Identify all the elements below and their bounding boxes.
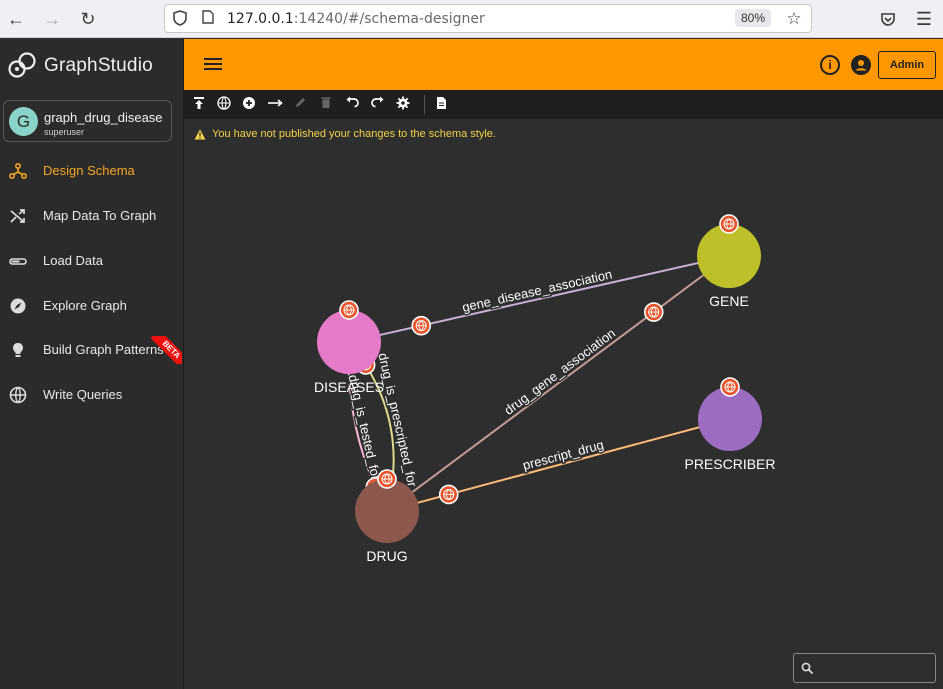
hamburger-menu-icon[interactable] <box>204 55 222 73</box>
edge-global-icon[interactable] <box>643 302 664 322</box>
graphstudio-logo[interactable]: GraphStudio <box>8 51 153 81</box>
graph-role: superuser <box>44 127 85 137</box>
logo-text: GraphStudio <box>44 55 153 76</box>
schema-toolbar <box>184 90 943 119</box>
search-icon <box>801 662 814 675</box>
vertex-prescriber[interactable]: PRESCRIBER <box>684 377 776 472</box>
url-text[interactable]: 127.0.0.1:14240/#/schema-designer <box>227 11 485 27</box>
reload-icon[interactable]: ↻ <box>76 7 100 31</box>
warning-text: You have not published your changes to t… <box>212 128 496 140</box>
search-input[interactable] <box>816 658 932 678</box>
browser-toolbar: ← → ↻ 127.0.0.1:14240/#/schema-designer … <box>0 0 943 38</box>
shuffle-icon <box>9 207 27 225</box>
edge-label: gene_disease_association <box>461 266 614 314</box>
vertex-global-icon[interactable] <box>339 300 359 320</box>
vertex-global-icon[interactable] <box>719 214 739 234</box>
settings-gear-icon[interactable] <box>395 96 411 112</box>
sidebar-item-label: Map Data To Graph <box>43 208 157 223</box>
beta-badge: BETA <box>148 336 182 364</box>
toolbar-divider <box>424 95 425 114</box>
page-icon <box>199 10 217 28</box>
shield-icon[interactable] <box>171 10 189 28</box>
compass-icon <box>9 297 27 315</box>
sidebar-item-map-data[interactable]: Map Data To Graph <box>0 198 184 234</box>
redo-icon[interactable] <box>370 96 386 112</box>
vertex-label: DRUG <box>366 548 407 564</box>
delete-icon[interactable] <box>318 96 334 112</box>
globe-icon <box>9 386 27 404</box>
vertex-global-icon[interactable] <box>377 469 397 489</box>
schema-icon <box>8 162 28 180</box>
graph-avatar: G <box>9 107 38 136</box>
vertex-label: GENE <box>709 293 749 309</box>
bookmark-star-icon[interactable]: ☆ <box>785 10 803 28</box>
back-icon[interactable]: ← <box>4 7 28 31</box>
sidebar-item-design-schema[interactable]: Design Schema <box>0 153 184 189</box>
unpublished-warning: You have not published your changes to t… <box>194 128 496 140</box>
load-icon <box>9 252 27 270</box>
graph-selector[interactable]: G graph_drug_disease superuser <box>3 100 172 142</box>
sidebar-item-label: Load Data <box>43 253 103 268</box>
publish-icon[interactable] <box>191 96 207 112</box>
sidebar-item-load-data[interactable]: Load Data <box>0 243 184 279</box>
search-box[interactable] <box>793 653 936 683</box>
edge-global-icon[interactable] <box>438 484 459 505</box>
app-menu-icon[interactable]: ☰ <box>912 7 936 31</box>
pocket-icon[interactable] <box>876 7 900 31</box>
info-icon[interactable]: i <box>820 55 840 75</box>
edge-prescript-drug[interactable]: prescript_drug <box>386 418 731 512</box>
logo-icon <box>8 52 36 78</box>
vertex-diseases[interactable]: DISEASES <box>314 300 384 395</box>
sidebar-item-label: Design Schema <box>43 163 135 178</box>
add-edge-icon[interactable] <box>267 96 283 112</box>
undo-icon[interactable] <box>344 96 360 112</box>
admin-button[interactable]: Admin <box>878 51 936 79</box>
edge-global-icon[interactable] <box>411 315 431 336</box>
lightbulb-icon <box>9 341 27 359</box>
app-header: i Admin <box>184 39 943 90</box>
url-bar[interactable]: 127.0.0.1:14240/#/schema-designer 80% ☆ <box>164 4 812 33</box>
forward-icon[interactable]: → <box>40 7 64 31</box>
vertex-label: DISEASES <box>314 379 384 395</box>
sidebar-item-label: Explore Graph <box>43 298 127 313</box>
schema-graph[interactable]: gene_disease_association drug_gene_associ… <box>184 119 943 689</box>
zoom-level[interactable]: 80% <box>734 9 771 27</box>
sidebar-item-write-queries[interactable]: Write Queries <box>0 377 184 413</box>
schema-canvas[interactable]: gene_disease_association drug_gene_associ… <box>184 119 943 689</box>
document-icon[interactable] <box>433 96 449 112</box>
sidebar: GraphStudio G graph_drug_disease superus… <box>0 39 184 689</box>
account-icon[interactable] <box>851 55 871 75</box>
sidebar-item-label: Write Queries <box>43 387 123 402</box>
edit-icon[interactable] <box>292 96 308 112</box>
warning-icon <box>194 129 206 139</box>
global-vertex-icon[interactable] <box>216 96 232 112</box>
sidebar-item-explore-graph[interactable]: Explore Graph <box>0 288 184 324</box>
vertex-gene[interactable]: GENE <box>697 214 761 309</box>
vertex-global-icon[interactable] <box>720 377 740 397</box>
vertex-label: PRESCRIBER <box>684 456 775 472</box>
add-vertex-icon[interactable] <box>241 96 257 112</box>
graph-name: graph_drug_disease <box>44 110 163 125</box>
sidebar-item-label: Build Graph Patterns <box>43 342 164 357</box>
edge-label: drug_gene_association <box>501 325 618 417</box>
